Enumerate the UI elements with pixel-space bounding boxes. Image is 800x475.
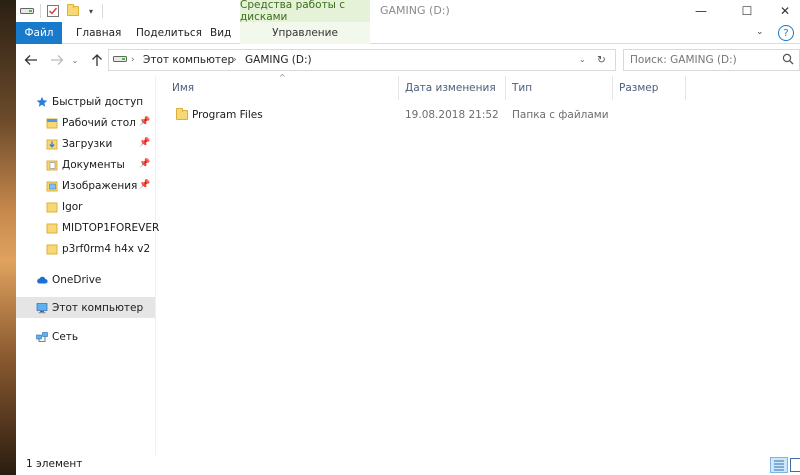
tab-home[interactable]: Главная — [76, 22, 121, 44]
drive-icon[interactable] — [20, 4, 34, 18]
folder-icon — [46, 202, 58, 212]
title-bar: ▾ Средства работы с дисками GAMING (D:) … — [16, 0, 800, 23]
sidebar-item-desktop[interactable]: Рабочий стол 📌 — [16, 112, 155, 133]
folder-icon — [46, 244, 58, 254]
table-row[interactable]: Program Files 19.08.2018 21:52 Папка с ф… — [172, 104, 612, 126]
ribbon-tabs: Файл Главная Поделиться Вид Управление ⌄… — [16, 22, 800, 44]
computer-icon — [36, 302, 48, 313]
status-bar: 1 элемент — [16, 455, 800, 475]
search-icon[interactable] — [782, 53, 794, 68]
back-button[interactable] — [20, 50, 42, 70]
search-box[interactable] — [623, 49, 800, 71]
breadcrumb-this-pc[interactable]: Этот компьютер — [143, 50, 234, 70]
documents-folder-icon — [46, 160, 58, 170]
column-header-date[interactable]: Дата изменения — [405, 76, 505, 100]
sidebar-item-documents[interactable]: Документы 📌 — [16, 154, 155, 175]
pin-icon[interactable]: 📌 — [139, 180, 150, 190]
pin-icon[interactable]: 📌 — [139, 117, 150, 127]
sidebar-item-label: Изображения — [62, 179, 138, 192]
sidebar-item-igor[interactable]: Igor — [16, 196, 155, 217]
search-input[interactable] — [630, 51, 780, 69]
window-title: GAMING (D:) — [380, 4, 450, 17]
navigation-pane: Быстрый доступ Рабочий стол 📌 Загрузки 📌… — [16, 76, 159, 456]
column-divider[interactable] — [612, 76, 613, 100]
details-view-button[interactable] — [770, 457, 788, 473]
sidebar-item-this-pc[interactable]: Этот компьютер — [16, 297, 155, 318]
sidebar-item-downloads[interactable]: Загрузки 📌 — [16, 133, 155, 154]
sidebar-item-label: MIDTOP1FOREVER — [62, 221, 160, 234]
properties-icon[interactable] — [46, 4, 60, 18]
address-bar[interactable]: › Этот компьютер › GAMING (D:) ⌄ ↻ — [108, 49, 616, 71]
sidebar-item-pictures[interactable]: Изображения 📌 — [16, 175, 155, 196]
help-button[interactable]: ? — [778, 25, 794, 41]
column-divider[interactable] — [685, 76, 686, 100]
column-header-size[interactable]: Размер — [619, 76, 689, 100]
item-count: 1 элемент — [26, 458, 83, 470]
address-history-icon[interactable]: ⌄ — [579, 50, 586, 70]
up-button[interactable] — [86, 50, 108, 70]
refresh-icon[interactable]: ↻ — [597, 50, 606, 70]
new-folder-icon[interactable] — [66, 4, 80, 18]
navigation-bar: ⌄ › Этот компьютер › GAMING (D:) ⌄ ↻ — [16, 44, 800, 76]
sidebar-item-label: p3rf0rm4 h4x v2 — [62, 242, 151, 255]
drive-icon — [113, 54, 127, 67]
breadcrumb-chevron-icon[interactable]: › — [131, 50, 135, 70]
sidebar-item-quick-access[interactable]: Быстрый доступ — [16, 91, 155, 112]
sidebar-item-label: OneDrive — [52, 273, 102, 286]
toolbar-separator — [102, 4, 103, 18]
minimize-button[interactable]: — — [678, 0, 724, 22]
file-type: Папка с файлами — [512, 109, 609, 121]
pin-icon[interactable]: 📌 — [139, 159, 150, 169]
cloud-icon — [37, 276, 48, 283]
pictures-folder-icon — [46, 181, 58, 191]
forward-button[interactable] — [46, 50, 68, 70]
sidebar-item-midtop1forever[interactable]: MIDTOP1FOREVER — [16, 217, 159, 238]
expand-ribbon-icon[interactable]: ⌄ — [756, 27, 770, 39]
breadcrumb-chevron-icon[interactable]: › — [233, 50, 237, 70]
desktop-wallpaper — [0, 0, 16, 475]
pin-icon[interactable]: 📌 — [139, 138, 150, 148]
sidebar-item-label: Рабочий стол — [62, 116, 136, 129]
file-date: 19.08.2018 21:52 — [405, 109, 499, 121]
sidebar-item-label: Документы — [62, 158, 125, 171]
column-divider[interactable] — [505, 76, 506, 100]
tab-share[interactable]: Поделиться — [136, 22, 202, 44]
tab-file[interactable]: Файл — [16, 22, 62, 44]
file-name[interactable]: Program Files — [192, 104, 263, 126]
sidebar-item-network[interactable]: Сеть — [16, 326, 155, 347]
breadcrumb-gaming-drive[interactable]: GAMING (D:) — [245, 50, 312, 70]
sidebar-item-onedrive[interactable]: OneDrive — [16, 269, 155, 290]
details-view-icon — [774, 460, 784, 471]
tab-manage[interactable]: Управление — [240, 22, 370, 44]
tab-view[interactable]: Вид — [210, 22, 231, 44]
sidebar-item-label: Сеть — [52, 330, 79, 343]
sidebar-item-label: Igor — [62, 200, 83, 213]
recent-locations-icon[interactable]: ⌄ — [68, 50, 82, 70]
close-button[interactable]: ✕ — [770, 0, 800, 22]
column-header-type[interactable]: Тип — [512, 76, 612, 100]
star-icon — [36, 96, 48, 107]
maximize-button[interactable]: ☐ — [724, 0, 770, 22]
customize-toolbar-icon[interactable]: ▾ — [84, 4, 98, 18]
toolbar-separator — [40, 4, 41, 18]
sidebar-item-label: Быстрый доступ — [52, 95, 144, 108]
drive-tools-header: Средства работы с дисками — [240, 0, 370, 23]
explorer-window: ▾ Средства работы с дисками GAMING (D:) … — [16, 0, 800, 475]
folder-icon — [176, 108, 188, 120]
large-icons-view-button[interactable] — [790, 458, 800, 472]
downloads-folder-icon — [46, 139, 58, 149]
sidebar-item-p3rf0rm4[interactable]: p3rf0rm4 h4x v2 — [16, 238, 155, 259]
desktop-folder-icon — [46, 118, 58, 128]
folder-icon — [46, 223, 58, 233]
column-header-name[interactable]: Имя — [172, 76, 398, 100]
sidebar-item-label: Загрузки — [62, 137, 113, 150]
network-icon — [36, 331, 48, 342]
column-divider[interactable] — [398, 76, 399, 100]
sidebar-item-label: Этот компьютер — [52, 301, 144, 314]
